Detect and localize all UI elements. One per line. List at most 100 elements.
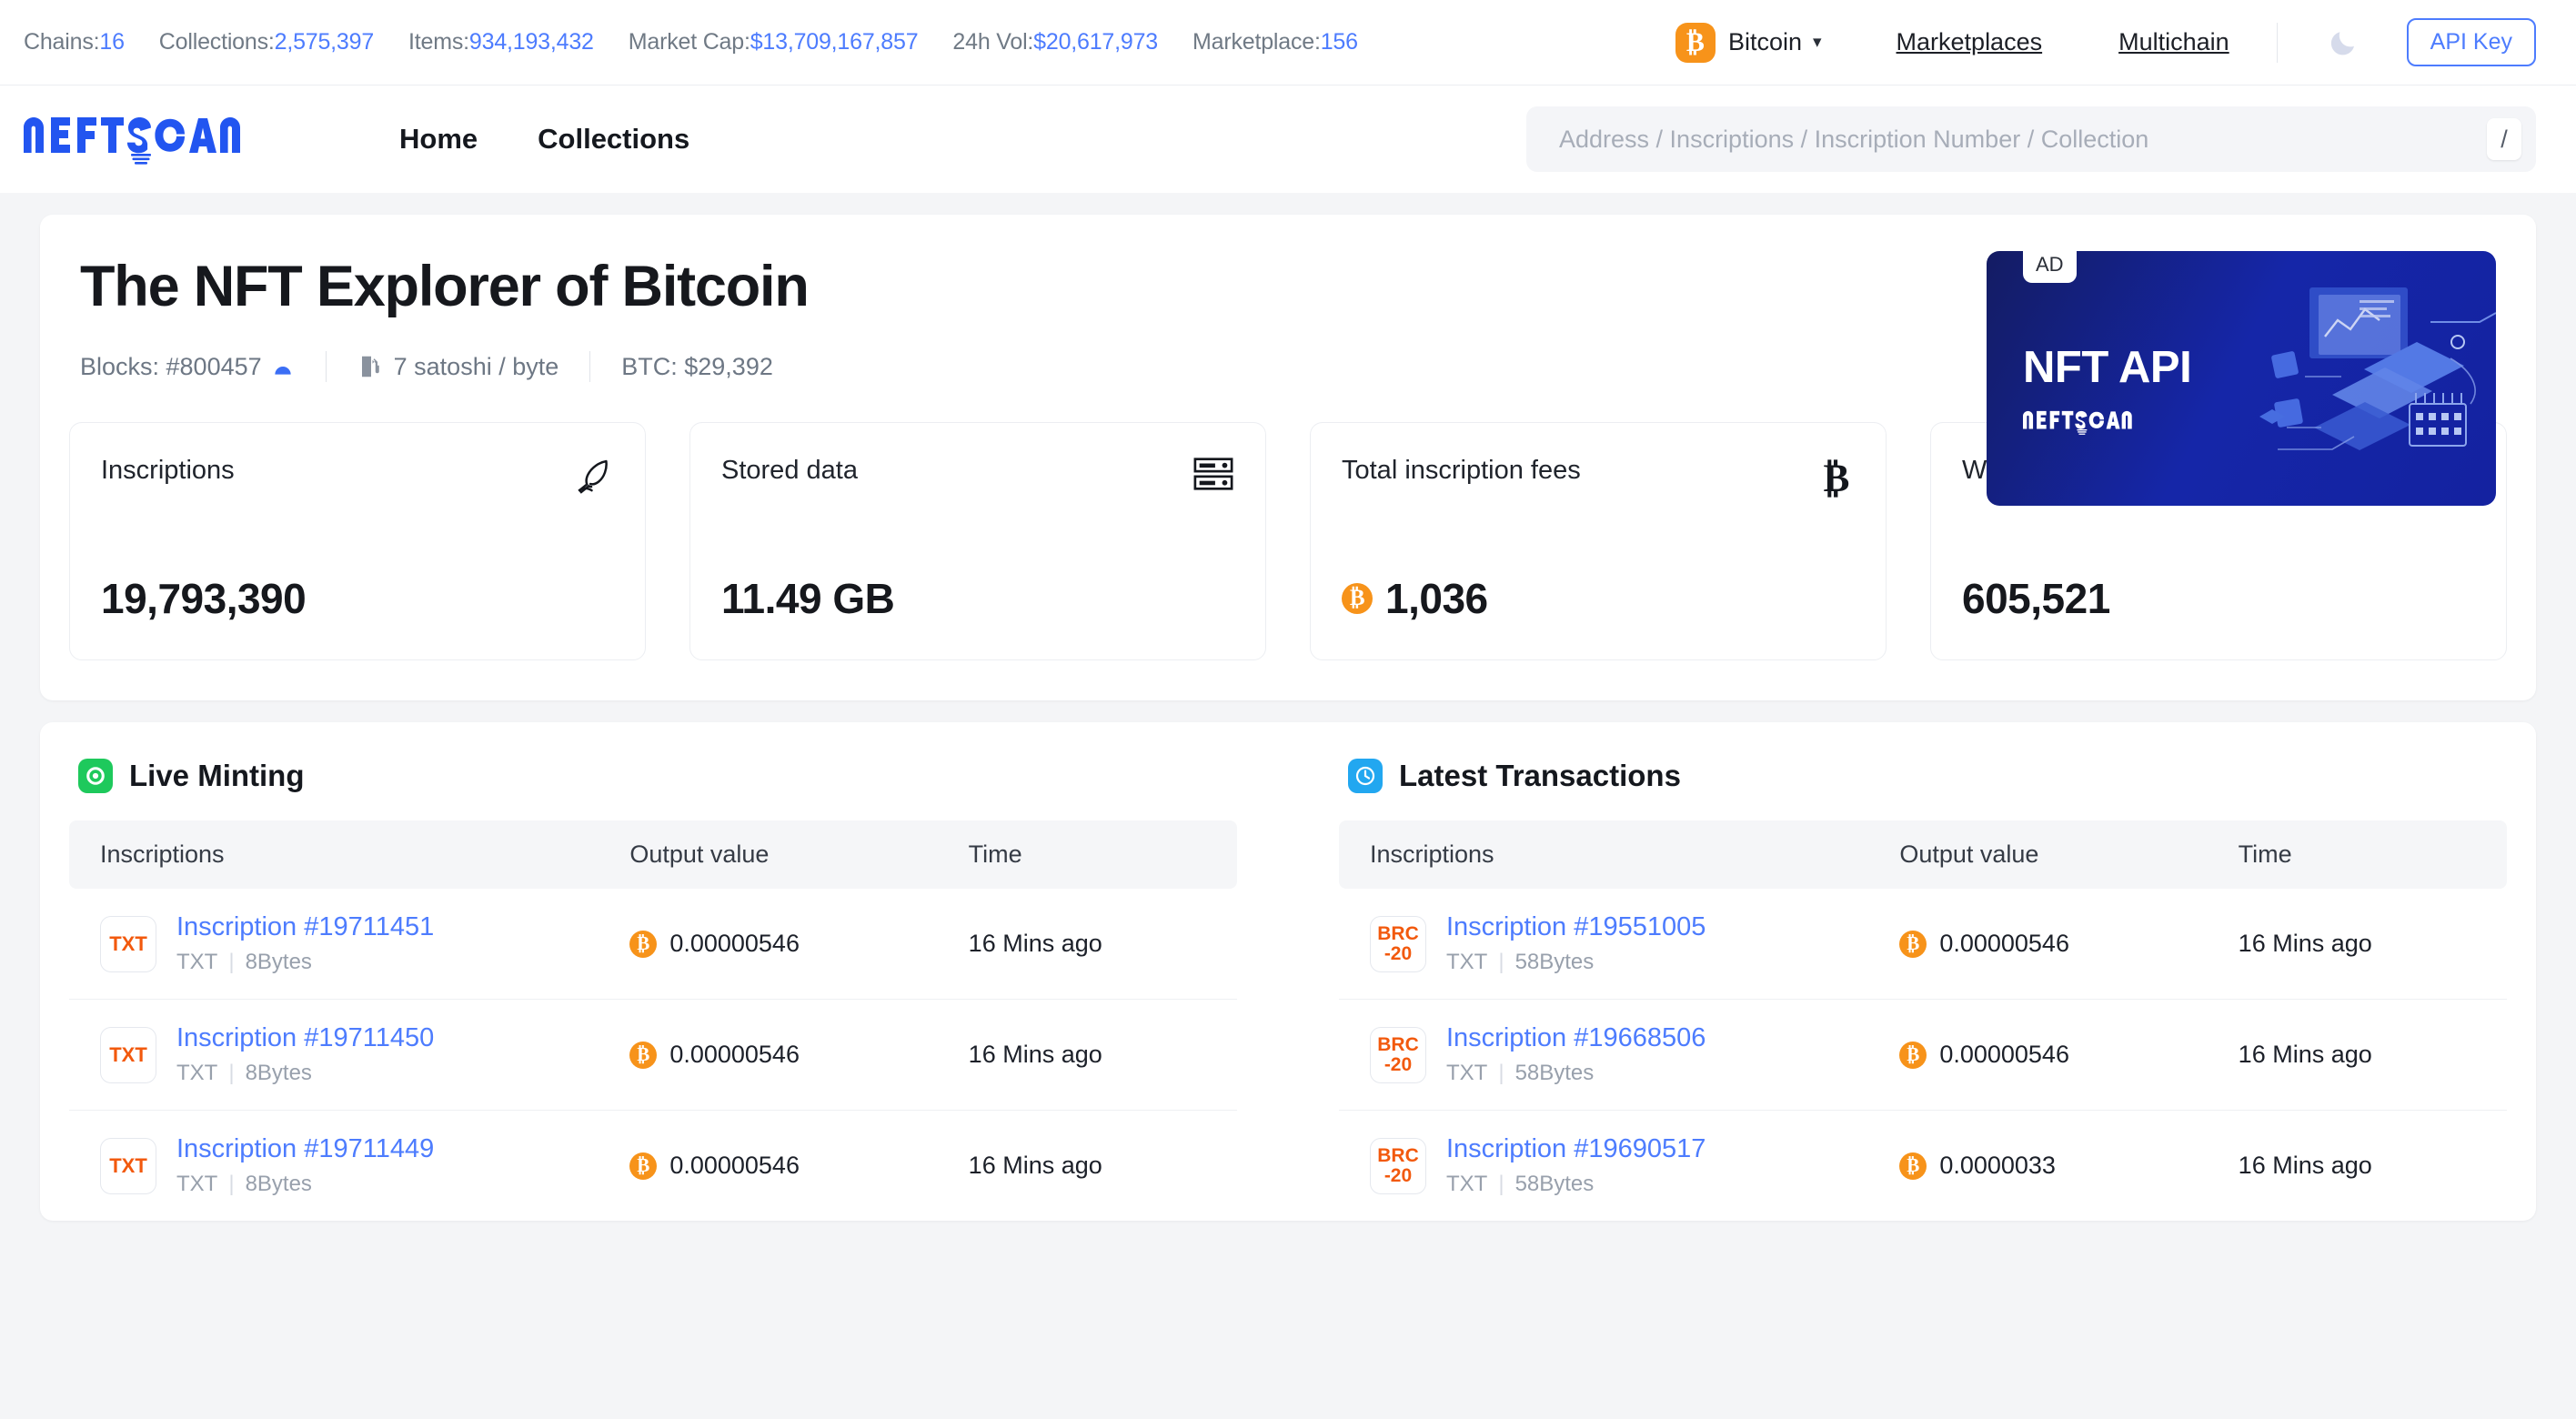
- nftscan-logo[interactable]: [24, 111, 327, 167]
- blue-clock-icon: [1348, 759, 1383, 794]
- inscription-meta: TXT | 8Bytes: [176, 1172, 434, 1197]
- theme-toggle-button[interactable]: [2287, 26, 2400, 59]
- output-value-amount: 0.00000546: [1939, 930, 2069, 958]
- bitcoin-coin-icon: ₿: [1899, 1041, 1927, 1069]
- column-header-0: Inscriptions: [69, 820, 630, 890]
- inscription-format: TXT: [176, 1172, 218, 1197]
- meta-separator: |: [1498, 1172, 1504, 1197]
- chain-selector-label: Bitcoin: [1727, 28, 1802, 55]
- inscription-format: TXT: [1446, 950, 1488, 975]
- badge-line: TXT: [109, 1043, 147, 1067]
- stat-card-top: Stored data: [721, 456, 1234, 497]
- bitcoin-coin-icon: ₿: [629, 1041, 658, 1069]
- inscription-size: 8Bytes: [245, 1061, 312, 1086]
- table-row[interactable]: BRC -20 Inscription #19668506 TXT | 58Bytes ₿ 0…: [1339, 999, 2507, 1112]
- output-value-content: ₿ 0.00000546: [1899, 1041, 2238, 1069]
- inscription-info: Inscription #19690517 TXT | 58Bytes: [1446, 1134, 1706, 1197]
- inscription-link[interactable]: Inscription #19711451: [176, 912, 434, 941]
- output-value-amount: 0.00000546: [669, 930, 800, 958]
- blocks-metric: Blocks: #800457: [80, 353, 295, 381]
- hero-divider-2: [589, 351, 591, 383]
- global-stat-value: $13,709,167,857: [750, 29, 919, 55]
- table-row[interactable]: TXT Inscription #19711449 TXT | 8Bytes ₿ 0.000…: [69, 1111, 1237, 1222]
- global-stat-label: Chains:: [24, 29, 100, 55]
- badge-line: -20: [1384, 942, 1413, 964]
- inscription-type-badge: BRC -20: [1370, 1026, 1426, 1083]
- table-row[interactable]: BRC -20 Inscription #19690517 TXT | 58Bytes ₿ 0…: [1339, 1111, 2507, 1222]
- meta-separator: |: [228, 950, 235, 975]
- top-stats-bar: Chains:16 Collections:2,575,397 Items:934,…: [0, 0, 2576, 86]
- time-cell: 16 Mins ago: [2238, 889, 2507, 1001]
- output-value-content: ₿ 0.00000546: [629, 1152, 968, 1180]
- column-header-1: Output value: [1899, 820, 2239, 890]
- column-header-0: Inscriptions: [1339, 820, 1900, 890]
- global-stat-1: Collections:2,575,397: [159, 29, 374, 55]
- output-value-cell: ₿ 0.00000546: [629, 999, 969, 1112]
- latest-transactions-section: Latest Transactions Inscriptions Output v…: [1339, 759, 2507, 1221]
- stat-card-top: Inscriptions: [101, 456, 614, 502]
- stat-card-0[interactable]: Inscriptions 19,793,390: [69, 422, 646, 661]
- inscription-link[interactable]: Inscription #19711449: [176, 1134, 434, 1163]
- nav-item-collections[interactable]: Collections: [508, 123, 719, 156]
- global-stat-value: 16: [99, 29, 125, 55]
- stat-card-value: 605,521: [1962, 545, 2475, 623]
- overview-panel: The NFT Explorer of Bitcoin Blocks: #800…: [40, 215, 2536, 701]
- inscription-size: 58Bytes: [1514, 950, 1595, 975]
- inscription-cell-content: TXT Inscription #19711451 TXT | 8Bytes: [69, 912, 629, 975]
- inscription-link[interactable]: Inscription #19668506: [1446, 1023, 1706, 1052]
- stat-card-number: 1,036: [1385, 575, 1488, 623]
- inscription-meta: TXT | 58Bytes: [1446, 950, 1706, 975]
- inscription-type-badge: BRC -20: [1370, 1137, 1426, 1194]
- inscription-link[interactable]: Inscription #19551005: [1446, 912, 1706, 941]
- time-cell: 16 Mins ago: [2238, 999, 2507, 1112]
- chain-selector[interactable]: ₿ Bitcoin ▾: [1675, 22, 1858, 63]
- global-stat-0: Chains:16: [24, 29, 125, 55]
- ad-brand: [2023, 404, 2176, 445]
- inscription-format: TXT: [1446, 1172, 1488, 1197]
- inscription-cell: TXT Inscription #19711450 TXT | 8Bytes: [69, 999, 630, 1112]
- inscription-cell-content: BRC -20 Inscription #19551005 TXT | 58Bytes: [1339, 912, 1899, 975]
- meta-separator: |: [1498, 950, 1504, 975]
- inscription-cell: BRC -20 Inscription #19668506 TXT | 58Bytes: [1339, 999, 1900, 1112]
- inscription-meta: TXT | 58Bytes: [1446, 1172, 1706, 1197]
- bitcoin-coin-icon: ₿: [629, 930, 658, 958]
- live-minting-header: Live Minting: [69, 759, 1237, 794]
- global-stat-2: Items:934,193,432: [408, 29, 594, 55]
- search-shortcut-key: /: [2487, 118, 2521, 160]
- green-record-icon: [78, 759, 113, 794]
- search-bar[interactable]: /: [1526, 106, 2536, 172]
- global-stat-value: $20,617,973: [1033, 29, 1158, 55]
- stat-card-1[interactable]: Stored data 11.49 GB: [689, 422, 1266, 661]
- search-input[interactable]: [1559, 125, 2487, 154]
- output-value-content: ₿ 0.00000546: [629, 930, 968, 958]
- stat-card-number: 11.49 GB: [721, 575, 895, 623]
- global-stat-label: Marketplace:: [1192, 29, 1321, 55]
- output-value-cell: ₿ 0.0000033: [1899, 1111, 2238, 1222]
- inscription-link[interactable]: Inscription #19711450: [176, 1023, 434, 1052]
- topbar-link-marketplaces[interactable]: Marketplaces: [1858, 28, 2081, 56]
- output-value-content: ₿ 0.0000033: [1899, 1152, 2238, 1180]
- table-row[interactable]: TXT Inscription #19711451 TXT | 8Bytes ₿ 0.000…: [69, 889, 1237, 1001]
- output-value-amount: 0.00000546: [669, 1041, 800, 1069]
- time-cell: 16 Mins ago: [968, 999, 1237, 1112]
- inscription-link[interactable]: Inscription #19690517: [1446, 1134, 1706, 1163]
- stat-card-label: Inscriptions: [101, 456, 235, 486]
- nav-item-home[interactable]: Home: [369, 123, 508, 156]
- output-value-amount: 0.00000546: [669, 1152, 800, 1180]
- topbar-link-multichain[interactable]: Multichain: [2080, 28, 2268, 56]
- inscription-size: 58Bytes: [1514, 1061, 1595, 1086]
- stat-card-label: Total inscription fees: [1342, 456, 1581, 486]
- hero-divider-1: [325, 351, 327, 383]
- ad-banner[interactable]: AD NFT API: [1987, 251, 2496, 506]
- table-row[interactable]: TXT Inscription #19711450 TXT | 8Bytes ₿ 0.000…: [69, 999, 1237, 1112]
- api-key-button[interactable]: API Key: [2406, 18, 2536, 66]
- latest-transactions-title: Latest Transactions: [1399, 759, 1681, 793]
- table-row[interactable]: BRC -20 Inscription #19551005 TXT | 58Bytes ₿ 0…: [1339, 889, 2507, 1001]
- global-stat-value: 2,575,397: [274, 29, 375, 55]
- output-value-content: ₿ 0.00000546: [1899, 930, 2238, 958]
- inscription-format: TXT: [176, 1061, 218, 1086]
- inscription-cell: TXT Inscription #19711449 TXT | 8Bytes: [69, 1111, 629, 1222]
- latest-transactions-header: Latest Transactions: [1339, 759, 2507, 794]
- stat-card-2[interactable]: Total inscription fees ₿ ₿ 1,036: [1310, 422, 1887, 661]
- time-cell: 16 Mins ago: [968, 1152, 1102, 1180]
